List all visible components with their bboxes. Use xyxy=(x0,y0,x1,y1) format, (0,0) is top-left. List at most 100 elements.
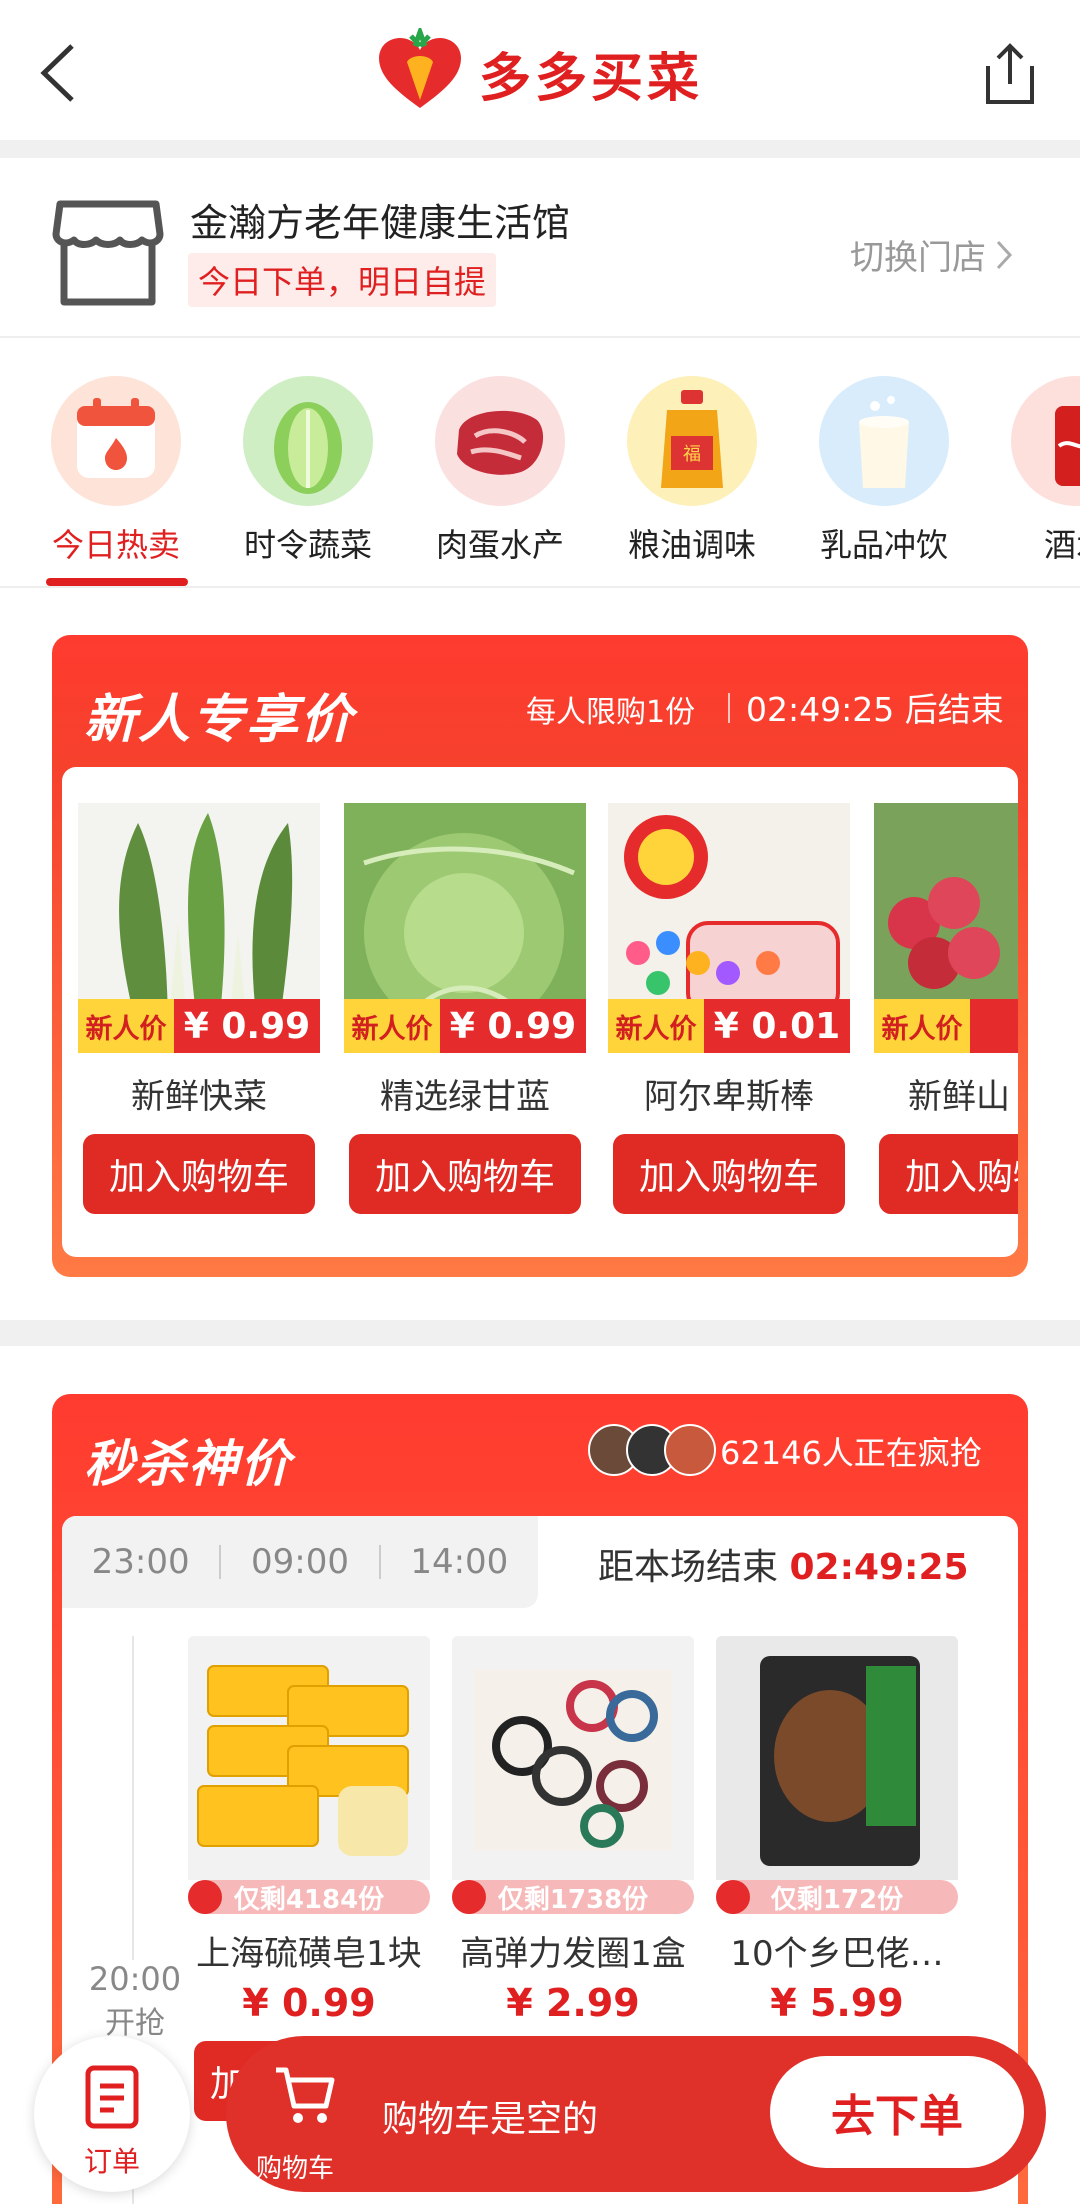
product-name: 上海硫磺皂1块 xyxy=(196,1934,422,1974)
start-label: 开抢 xyxy=(105,2006,165,2041)
deal-countdown: 02:49:25 后结束 xyxy=(746,690,1004,729)
price-tag: 新人价 ¥ 0.01 xyxy=(608,999,850,1053)
end-label: 距本场结束 xyxy=(598,1547,779,1588)
stock-bar-fill xyxy=(188,1880,222,1914)
back-button[interactable] xyxy=(36,38,96,108)
cart-status: 购物车是空的 xyxy=(382,2099,599,2140)
orders-label: 订单 xyxy=(83,2145,140,2178)
category-item[interactable]: 乳品冲饮 xyxy=(794,376,974,566)
shopping-cart-icon xyxy=(276,2067,335,2123)
session-tab[interactable]: 14:00 xyxy=(381,1542,538,1582)
calendar-fire-icon xyxy=(51,376,181,506)
divider xyxy=(0,140,1080,158)
cart-bar: 购物车 购物车是空的 去下单 xyxy=(226,2036,1046,2192)
category-item[interactable]: 肉蛋水产 xyxy=(410,376,590,566)
purchase-limit: 每人限购1份 xyxy=(526,695,696,730)
newcomer-price-label: 新人价 xyxy=(874,999,970,1053)
store-icon xyxy=(52,200,164,306)
category-label: 时令蔬菜 xyxy=(243,526,372,564)
stock-remaining: 仅剩1738份 xyxy=(497,1884,649,1915)
product-price: ¥ 2.99 xyxy=(506,1981,640,2025)
add-to-cart-button[interactable]: 加入购物车 xyxy=(879,1134,1018,1214)
newcomer-deal-panel: 新人专享价 每人限购1份 02:49:25 后结束 新人价 ¥ 0.99 新鲜快… xyxy=(52,635,1028,1277)
newcomer-price-label: 新人价 xyxy=(608,999,704,1053)
newcomer-title: 新人专享价 xyxy=(84,690,355,750)
product-price: ¥ 0.99 xyxy=(174,999,320,1053)
add-to-cart-button[interactable]: 加入购物车 xyxy=(349,1134,581,1214)
add-to-cart-button[interactable]: 加入购物车 xyxy=(613,1134,845,1214)
product-image: 新人价 ¥ 0.99 xyxy=(344,803,586,1053)
product-image xyxy=(716,1636,958,1880)
active-tab-indicator xyxy=(46,578,188,586)
session-end-countdown: 距本场结束 02:49:25 xyxy=(598,1538,969,1590)
svg-text:福: 福 xyxy=(683,444,701,465)
product-price xyxy=(970,999,1018,1053)
product-price: ¥ 0.99 xyxy=(242,1981,376,2025)
category-item[interactable]: 福 粮油调味 xyxy=(602,376,782,566)
product-image: 新人价 ¥ 0.01 xyxy=(608,803,850,1053)
category-label: 乳品冲饮 xyxy=(819,526,948,564)
product-name: 新鲜山 xyxy=(908,1077,1010,1117)
category-label: 酒水 xyxy=(1043,526,1080,564)
brand-title: 多多买菜 xyxy=(479,48,704,109)
stock-bar: 仅剩4184份 xyxy=(188,1880,430,1915)
divider xyxy=(728,693,730,723)
store-card: 金瀚方老年健康生活馆 今日下单，明日自提 切换门店 xyxy=(0,158,1080,338)
category-label: 粮油调味 xyxy=(627,526,756,564)
product-name: 10个乡巴佬… xyxy=(730,1934,944,1974)
product-name: 新鲜快菜 xyxy=(131,1077,267,1117)
product-price: ¥ 0.01 xyxy=(704,999,850,1053)
oil-bottle-icon: 福 xyxy=(627,376,757,506)
product-name: 高弹力发圈1盒 xyxy=(460,1934,686,1974)
buyer-avatars xyxy=(588,1424,718,1476)
chevron-right-icon xyxy=(996,240,1013,269)
product-price: ¥ 0.99 xyxy=(440,999,586,1053)
cabbage-icon xyxy=(243,376,373,506)
pickup-tag: 今日下单，明日自提 xyxy=(188,253,497,307)
switch-store-label: 切换门店 xyxy=(850,238,986,278)
product-name: 阿尔卑斯棒 xyxy=(644,1077,814,1117)
checkout-button[interactable]: 去下单 xyxy=(770,2056,1024,2168)
order-list-icon xyxy=(85,2065,139,2129)
switch-store-link[interactable]: 切换门店 xyxy=(850,230,1014,279)
newcomer-product-list: 新人价 ¥ 0.99 新鲜快菜 加入购物车 新人价 ¥ 0.99 精选绿甘蓝 加… xyxy=(62,767,1018,1257)
cart-label[interactable]: 购物车 xyxy=(256,2148,334,2185)
stock-bar: 仅剩172份 xyxy=(716,1880,958,1915)
category-item[interactable]: 今日热卖 xyxy=(26,376,206,566)
cola-can-icon xyxy=(1011,376,1080,506)
top-nav: 多多买菜 xyxy=(0,0,1080,140)
add-to-cart-button[interactable]: 加入购物车 xyxy=(83,1134,315,1214)
session-tab[interactable]: 09:00 xyxy=(221,1542,378,1582)
milk-icon xyxy=(819,376,949,506)
share-button[interactable] xyxy=(980,38,1040,108)
divider xyxy=(0,1320,1080,1346)
category-bar: 今日热卖 时令蔬菜 肉蛋水产 福 粮油调味 乳品冲饮 酒 xyxy=(0,340,1080,588)
product-card[interactable]: 新人价 ¥ 0.01 阿尔卑斯棒 加入购物车 xyxy=(608,803,850,1214)
price-tag: 新人价 xyxy=(874,999,1018,1053)
price-tag: 新人价 ¥ 0.99 xyxy=(78,999,320,1053)
orders-button[interactable]: 订单 xyxy=(34,2036,190,2192)
meat-icon xyxy=(435,376,565,506)
product-name: 精选绿甘蓝 xyxy=(380,1077,550,1117)
product-card[interactable]: 新人价 新鲜山 加入购物车 xyxy=(874,803,1018,1214)
store-name: 金瀚方老年健康生活馆 xyxy=(190,201,571,245)
product-price: ¥ 5.99 xyxy=(770,1981,904,2025)
start-time: 20:00 xyxy=(88,1960,182,1998)
product-card[interactable]: 新人价 ¥ 0.99 精选绿甘蓝 加入购物车 xyxy=(344,803,586,1214)
end-countdown: 02:49:25 xyxy=(789,1547,969,1588)
product-image xyxy=(452,1636,694,1880)
newcomer-price-label: 新人价 xyxy=(344,999,440,1053)
product-card[interactable]: 新人价 ¥ 0.99 新鲜快菜 加入购物车 xyxy=(78,803,320,1214)
session-tab[interactable]: 23:00 xyxy=(62,1542,219,1582)
category-item[interactable]: 时令蔬菜 xyxy=(218,376,398,566)
stock-remaining: 仅剩172份 xyxy=(770,1884,904,1915)
product-image xyxy=(188,1636,430,1880)
product-image: 新人价 ¥ 0.99 xyxy=(78,803,320,1053)
category-item[interactable]: 酒水 xyxy=(986,376,1080,566)
stock-bar-fill xyxy=(716,1880,750,1914)
flash-sale-title: 秒杀神价 xyxy=(84,1435,292,1493)
share-icon xyxy=(986,43,1034,104)
carrot-heart-logo-icon xyxy=(379,28,461,108)
price-tag: 新人价 ¥ 0.99 xyxy=(344,999,586,1053)
avatar xyxy=(664,1424,716,1476)
